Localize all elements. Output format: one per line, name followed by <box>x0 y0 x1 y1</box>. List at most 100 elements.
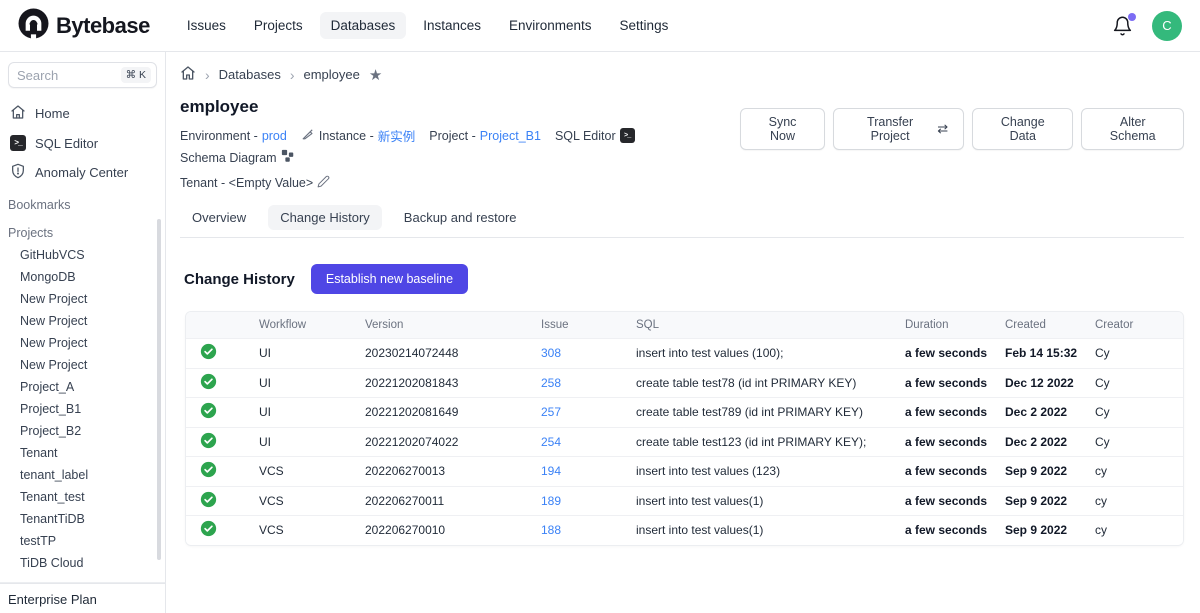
breadcrumb-databases[interactable]: Databases <box>219 67 281 82</box>
sidebar-scrollbar[interactable] <box>157 219 161 560</box>
project-item[interactable]: New Project <box>0 354 165 376</box>
search-shortcut-badge: ⌘ K <box>121 67 151 83</box>
transfer-icon: ⇄ <box>937 121 948 137</box>
version-cell: 20221202074022 <box>365 435 541 449</box>
project-list: GitHubVCSMongoDBNew ProjectNew ProjectNe… <box>0 244 165 574</box>
breadcrumb-separator: › <box>290 67 295 83</box>
issue-cell: 308 <box>541 346 636 360</box>
duration-cell: a few seconds <box>905 435 1005 449</box>
nav-link-databases[interactable]: Databases <box>320 12 407 39</box>
sql-cell: insert into test values (100); <box>636 346 905 360</box>
bytebase-logo-icon <box>18 8 49 44</box>
instance-engine-icon <box>301 127 315 144</box>
sidebar-item-anomaly-center[interactable]: Anomaly Center <box>0 157 165 188</box>
schema-diagram-shortcut[interactable]: Schema Diagram <box>180 149 295 166</box>
sidebar-item-sql-editor[interactable]: >_SQL Editor <box>0 129 165 157</box>
workflow-cell: UI <box>259 346 365 360</box>
sql-editor-shortcut[interactable]: SQL Editor >_ <box>555 128 635 143</box>
issue-link[interactable]: 308 <box>541 346 561 360</box>
column-header-Version: Version <box>365 319 541 331</box>
project-item[interactable]: Tenant_test <box>0 486 165 508</box>
issue-link[interactable]: 188 <box>541 523 561 537</box>
tab-change-history[interactable]: Change History <box>268 205 382 230</box>
top-navbar: Bytebase IssuesProjectsDatabasesInstance… <box>0 0 1200 52</box>
nav-link-environments[interactable]: Environments <box>498 12 603 39</box>
created-cell: Sep 9 2022 <box>1005 523 1095 537</box>
project-item[interactable]: TiDB Cloud <box>0 552 165 574</box>
status-cell <box>186 520 259 540</box>
sidebar-menu: Home>_SQL EditorAnomaly Center <box>0 98 165 188</box>
project-item[interactable]: GitHubVCS <box>0 244 165 266</box>
notifications-bell-icon[interactable] <box>1112 15 1134 37</box>
nav-right: C <box>1112 11 1182 41</box>
sql-editor-icon: >_ <box>10 135 26 151</box>
database-meta-row: Environment - prod Instance - 新实例 P <box>180 126 740 166</box>
user-avatar[interactable]: C <box>1152 11 1182 41</box>
nav-link-issues[interactable]: Issues <box>176 12 237 39</box>
tab-overview[interactable]: Overview <box>180 205 258 230</box>
project-item[interactable]: Project_A <box>0 376 165 398</box>
project-item[interactable]: New Project <box>0 288 165 310</box>
home-icon[interactable] <box>180 65 196 84</box>
success-check-icon <box>200 520 217 540</box>
breadcrumb-separator: › <box>205 67 210 83</box>
breadcrumb-employee[interactable]: employee <box>304 67 360 82</box>
sync-now-button[interactable]: Sync Now <box>740 108 825 150</box>
project-item[interactable]: Tenant <box>0 442 165 464</box>
nav-link-settings[interactable]: Settings <box>609 12 680 39</box>
version-cell: 20221202081649 <box>365 405 541 419</box>
issue-link[interactable]: 258 <box>541 376 561 390</box>
project-item[interactable]: MongoDB <box>0 266 165 288</box>
status-cell <box>186 343 259 363</box>
notification-dot <box>1128 13 1136 21</box>
project-item[interactable]: tenant_label <box>0 464 165 486</box>
nav-link-projects[interactable]: Projects <box>243 12 314 39</box>
bookmark-star-icon[interactable]: ★ <box>369 66 382 84</box>
environment-link[interactable]: prod <box>262 129 287 143</box>
sidebar: Search ⌘ K Home>_SQL EditorAnomaly Cente… <box>0 52 166 613</box>
sql-editor-icon: >_ <box>620 128 635 143</box>
instance-link[interactable]: 新实例 <box>378 126 416 145</box>
environment-meta: Environment - prod <box>180 129 287 143</box>
issue-link[interactable]: 189 <box>541 494 561 508</box>
created-cell: Dec 2 2022 <box>1005 435 1095 449</box>
alter-schema-button[interactable]: Alter Schema <box>1081 108 1184 150</box>
nav-link-instances[interactable]: Instances <box>412 12 492 39</box>
project-item[interactable]: TenantTiDB <box>0 508 165 530</box>
environment-label: Environment - <box>180 129 258 143</box>
page-actions: Sync NowTransfer Project⇄Change DataAlte… <box>740 108 1184 150</box>
issue-cell: 257 <box>541 405 636 419</box>
sql-cell: create table test123 (id int PRIMARY KEY… <box>636 435 905 449</box>
search-input[interactable]: Search ⌘ K <box>8 62 157 88</box>
creator-cell: Cy <box>1095 435 1183 449</box>
issue-cell: 254 <box>541 435 636 449</box>
table-row: VCS202206270013194insert into test value… <box>186 456 1183 486</box>
bytebase-logo[interactable]: Bytebase <box>18 8 150 44</box>
project-item[interactable]: Project_B1 <box>0 398 165 420</box>
edit-pencil-icon[interactable] <box>317 175 330 191</box>
issue-link[interactable]: 257 <box>541 405 561 419</box>
sql-cell: create table test78 (id int PRIMARY KEY) <box>636 376 905 390</box>
column-header-SQL: SQL <box>636 319 905 331</box>
change-data-button[interactable]: Change Data <box>972 108 1073 150</box>
schema-diagram-label: Schema Diagram <box>180 151 277 165</box>
workflow-cell: VCS <box>259 464 365 478</box>
issue-link[interactable]: 194 <box>541 464 561 478</box>
transfer-project-button[interactable]: Transfer Project⇄ <box>833 108 964 150</box>
project-item[interactable]: New Project <box>0 332 165 354</box>
tenant-label: Tenant - <Empty Value> <box>180 176 313 190</box>
project-item[interactable]: testTP <box>0 530 165 552</box>
search-placeholder: Search <box>17 68 117 83</box>
column-header-Creator: Creator <box>1095 319 1183 331</box>
establish-baseline-button[interactable]: Establish new baseline <box>311 264 468 294</box>
project-link[interactable]: Project_B1 <box>480 129 541 143</box>
sql-cell: insert into test values (123) <box>636 464 905 478</box>
tab-backup-and-restore[interactable]: Backup and restore <box>392 205 529 230</box>
sidebar-item-home[interactable]: Home <box>0 98 165 129</box>
issue-link[interactable]: 254 <box>541 435 561 449</box>
projects-section-label: Projects <box>0 216 165 244</box>
project-item[interactable]: Project_B2 <box>0 420 165 442</box>
duration-cell: a few seconds <box>905 523 1005 537</box>
instance-label: Instance - <box>319 129 374 143</box>
project-item[interactable]: New Project <box>0 310 165 332</box>
